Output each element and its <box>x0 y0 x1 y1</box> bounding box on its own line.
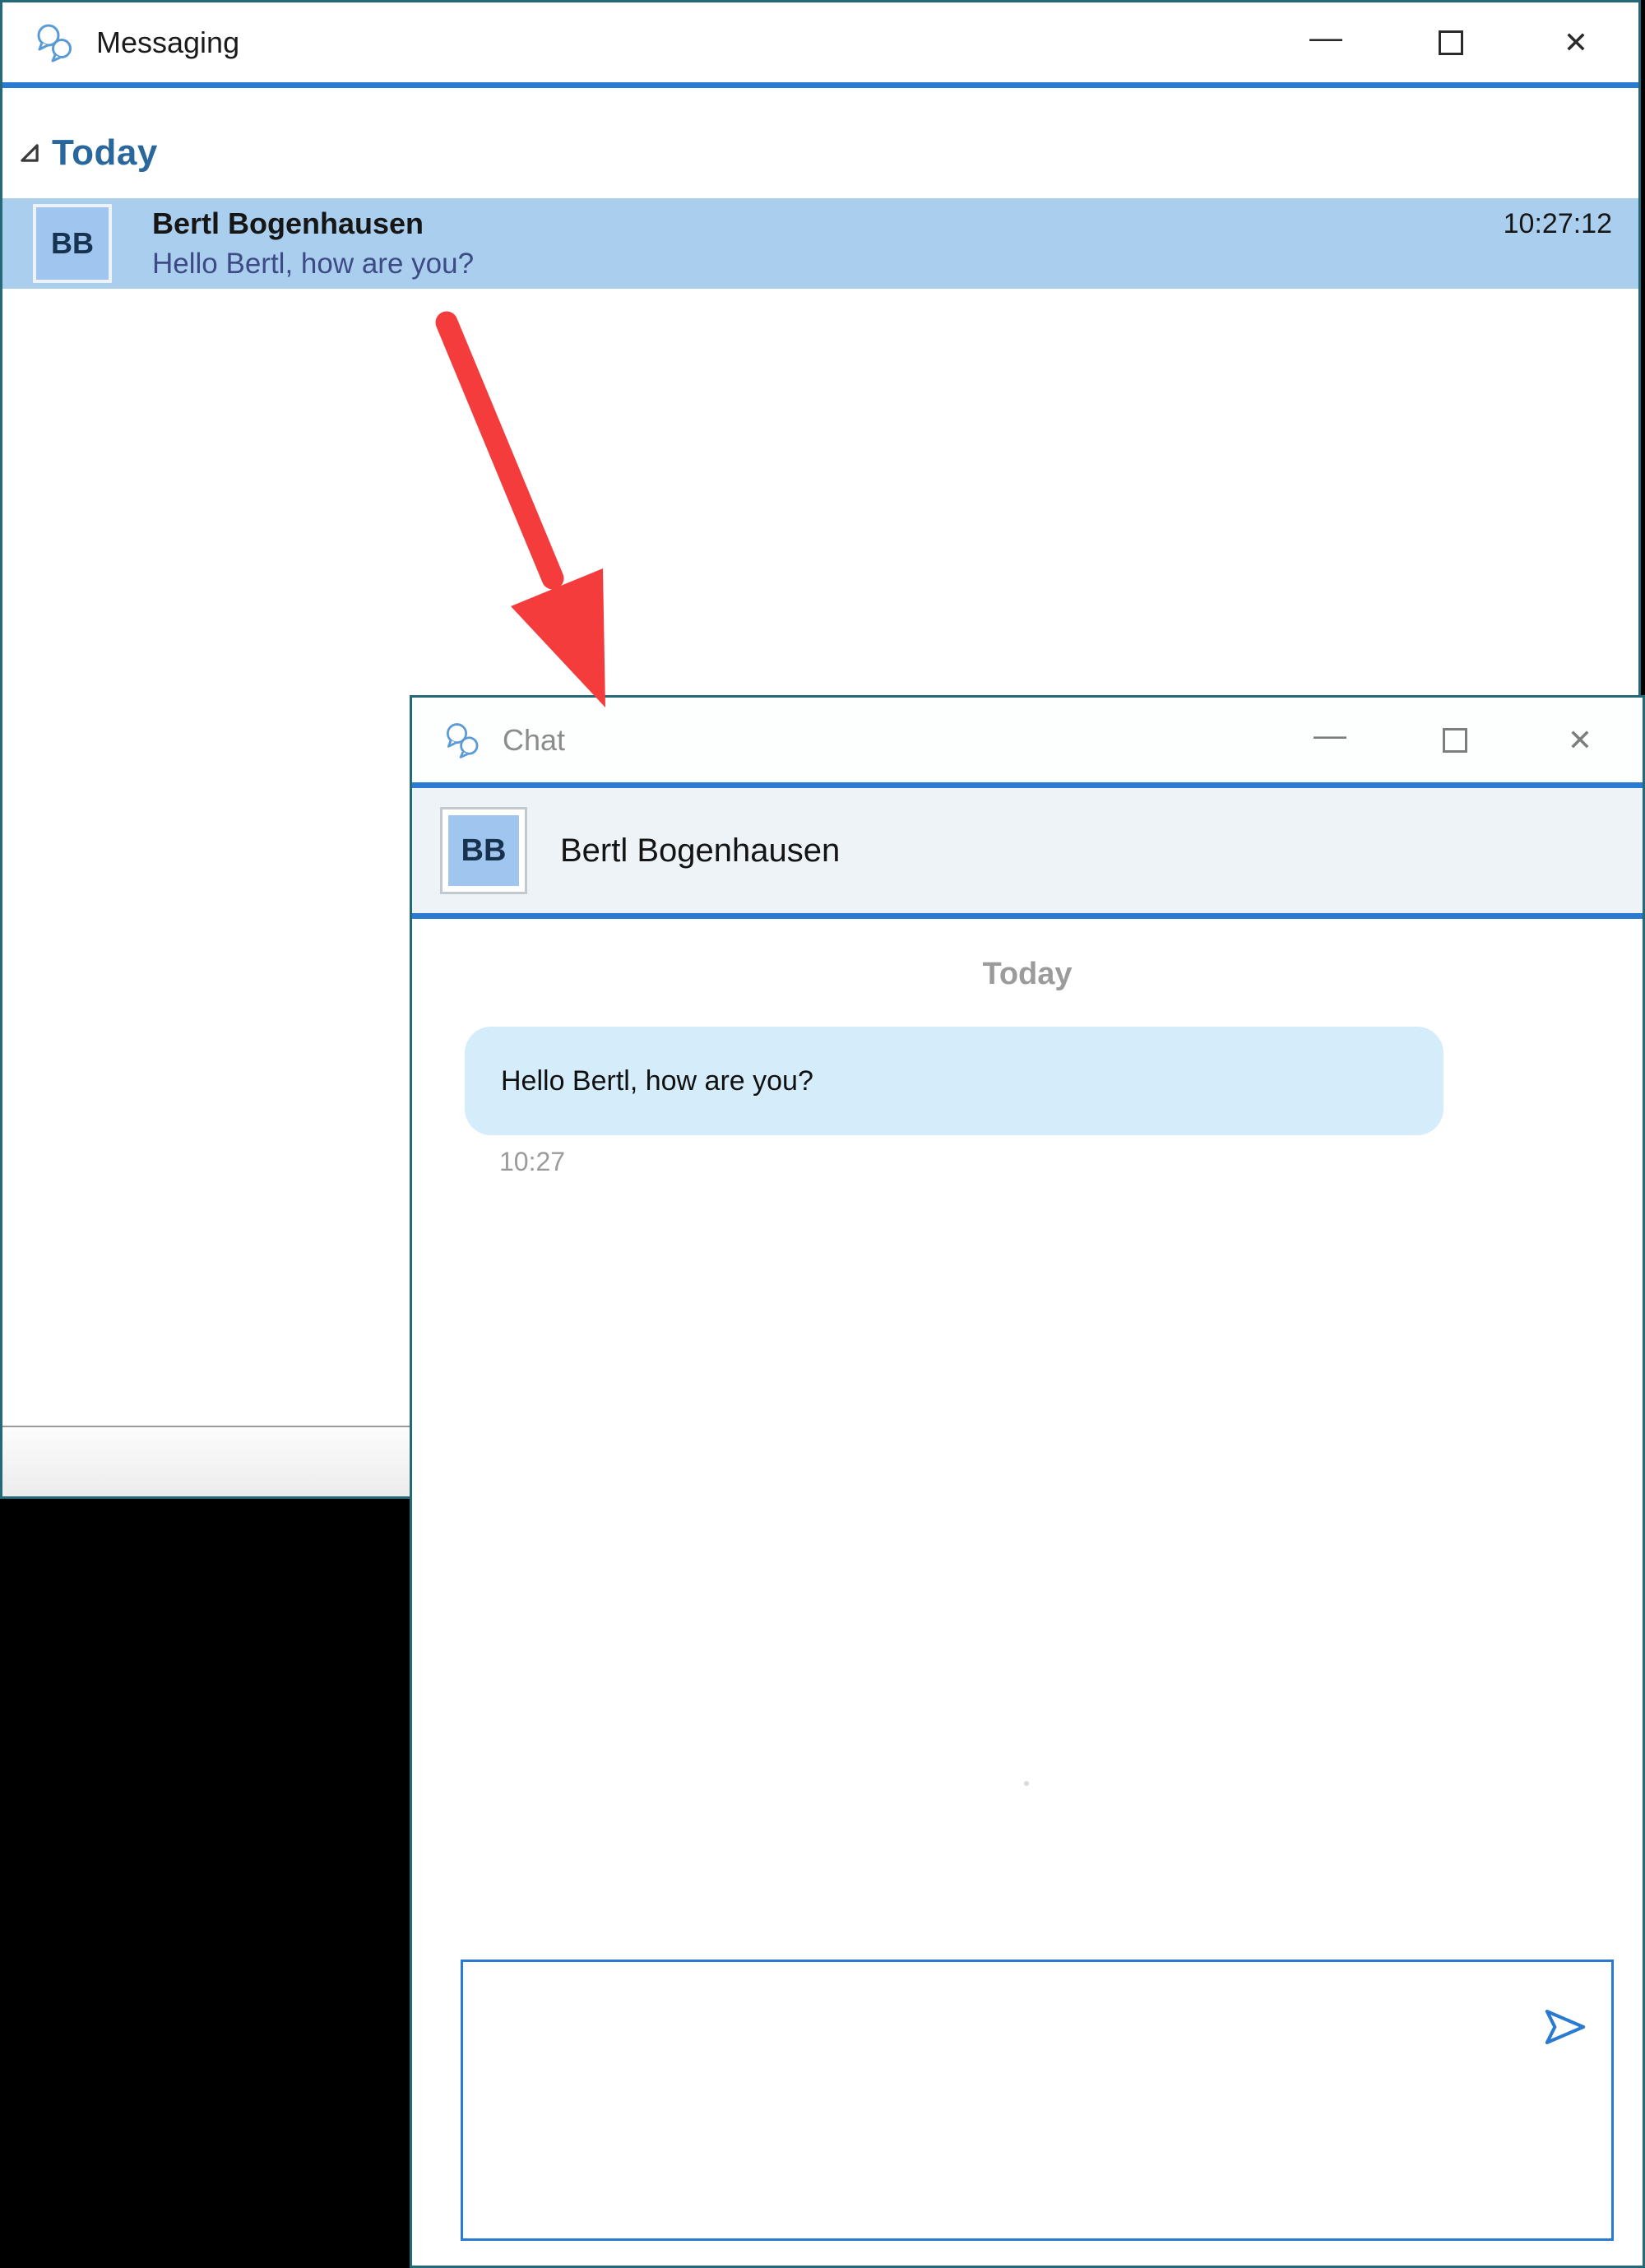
titlebar-accent-line <box>412 782 1643 788</box>
minimize-button[interactable]: — <box>1267 698 1392 782</box>
contact-name: Bertl Bogenhausen <box>560 833 840 870</box>
maximize-icon <box>1439 30 1463 55</box>
maximize-icon <box>1443 728 1467 753</box>
messaging-titlebar: Messaging — ✕ <box>2 2 1638 82</box>
message-text: Hello Bertl, how are you? <box>501 1065 813 1097</box>
date-divider: Today <box>412 957 1643 992</box>
minimize-icon: — <box>1314 719 1346 752</box>
window-controls: — ✕ <box>1267 698 1643 782</box>
minimize-button[interactable]: — <box>1263 2 1388 82</box>
message-history: Today Hello Bertl, how are you? 10:27 <box>412 957 1643 1177</box>
conversation-list-item[interactable]: BB Bertl Bogenhausen Hello Bertl, how ar… <box>2 198 1638 289</box>
conversation-group-header[interactable]: Today <box>2 132 1638 174</box>
send-button[interactable] <box>1541 2002 1590 2052</box>
desktop: { "messaging_window": { "title": "Messag… <box>0 0 1645 2268</box>
conversation-timestamp: 10:27:12 <box>1504 208 1612 240</box>
chat-bubbles-icon <box>32 21 76 64</box>
header-accent-line <box>412 913 1643 919</box>
section-label: Today <box>52 132 158 174</box>
message-timestamp: 10:27 <box>499 1147 1643 1177</box>
minimize-icon: — <box>1309 21 1342 54</box>
paper-plane-icon <box>1541 2002 1590 2052</box>
chat-titlebar: Chat — ✕ <box>412 698 1643 782</box>
titlebar-accent-line <box>2 82 1638 88</box>
window-title: Chat <box>503 723 565 758</box>
close-icon: ✕ <box>1568 726 1592 755</box>
window-title: Messaging <box>96 26 239 60</box>
close-button[interactable]: ✕ <box>1513 2 1638 82</box>
maximize-button[interactable] <box>1392 698 1518 782</box>
contact-name: Bertl Bogenhausen <box>152 206 424 241</box>
message-preview: Hello Bertl, how are you? <box>152 248 474 281</box>
close-button[interactable]: ✕ <box>1518 698 1643 782</box>
message-input[interactable] <box>461 1960 1614 2241</box>
close-icon: ✕ <box>1564 28 1588 58</box>
maximize-button[interactable] <box>1388 2 1513 82</box>
chat-bubbles-icon <box>442 720 483 761</box>
window-controls: — ✕ <box>1263 2 1638 82</box>
chat-window: Chat — ✕ BB Bertl Bogenhausen Today Hell… <box>410 695 1645 2268</box>
message-bubble: Hello Bertl, how are you? <box>465 1027 1443 1135</box>
chat-contact-header: BB Bertl Bogenhausen <box>412 788 1643 913</box>
cursor-dot <box>1024 1781 1029 1786</box>
expander-triangle-icon <box>19 142 40 164</box>
contact-avatar: BB <box>440 807 527 894</box>
contact-avatar: BB <box>33 204 112 283</box>
